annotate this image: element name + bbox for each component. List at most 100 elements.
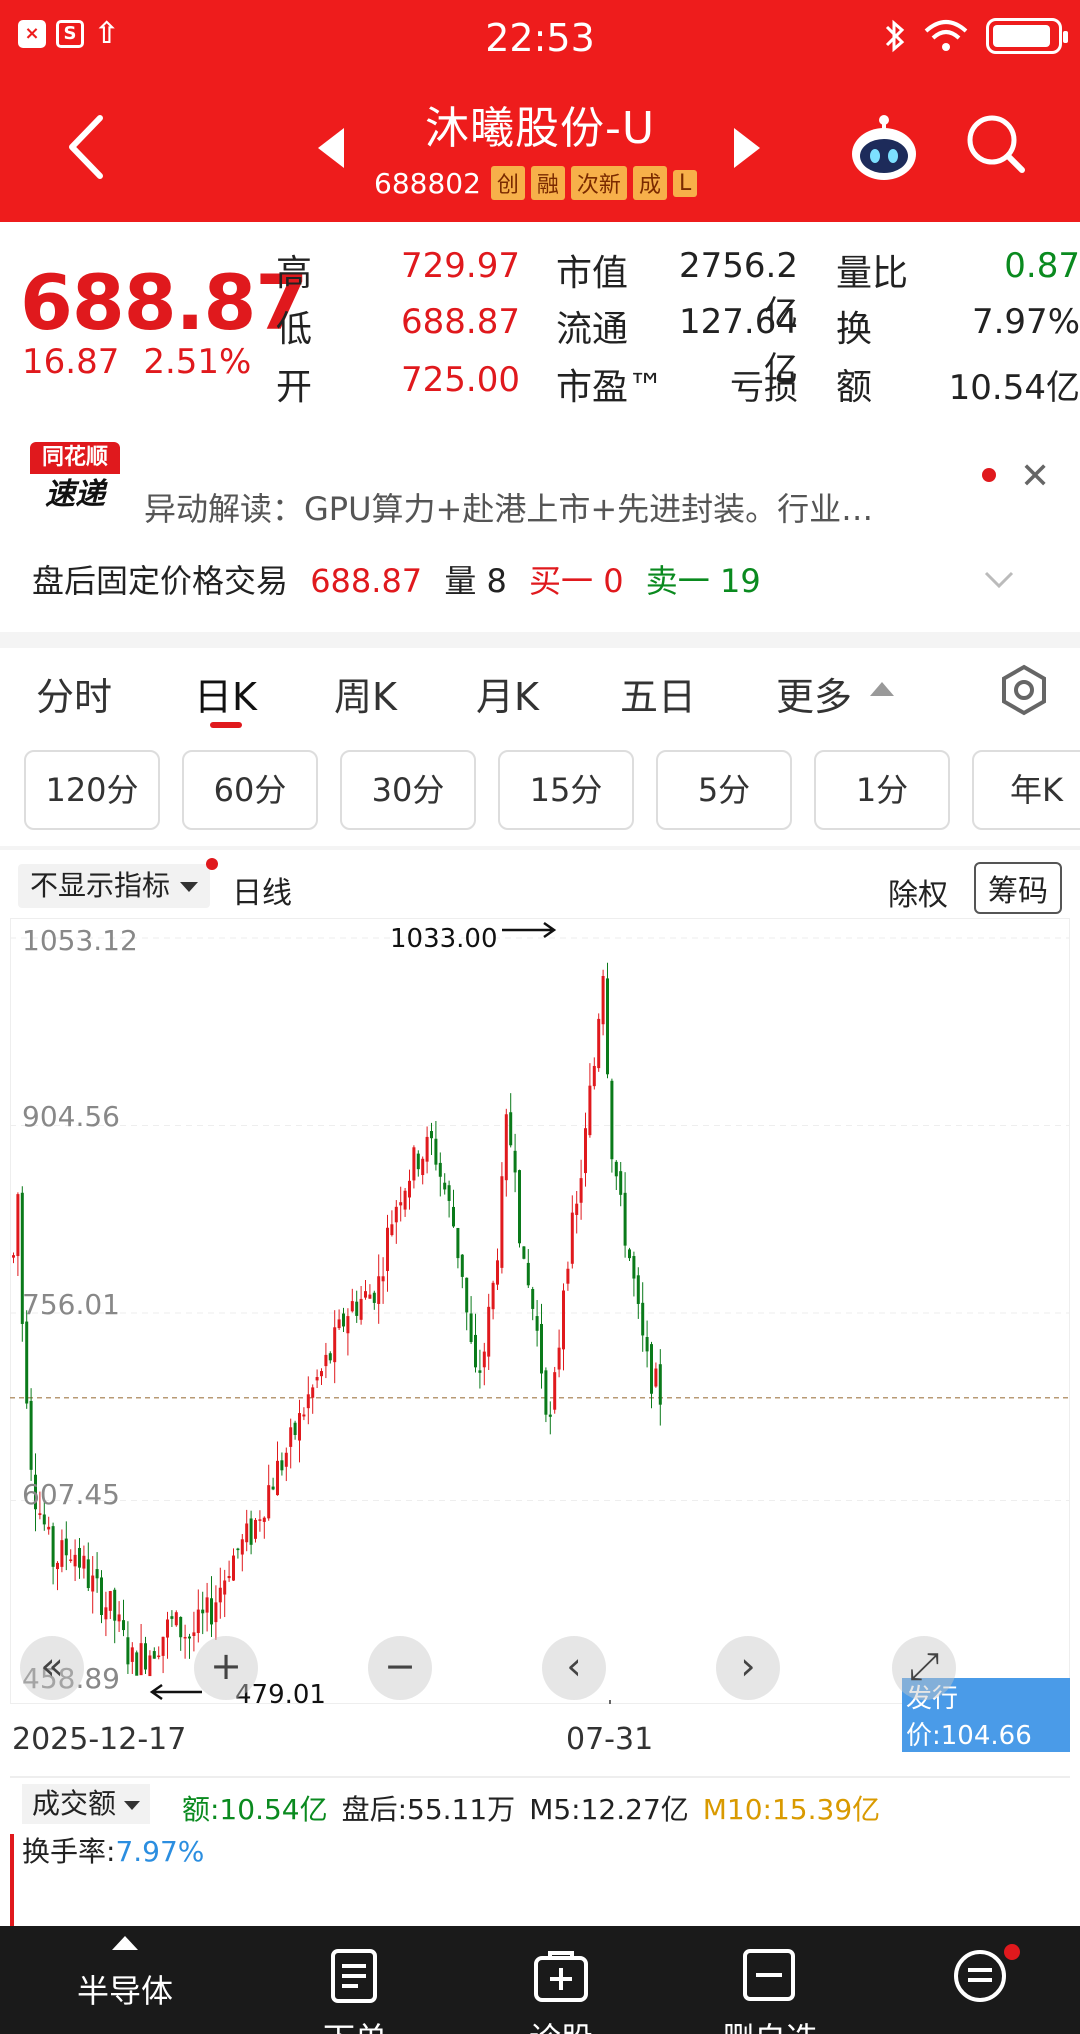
candle-body: [280, 1460, 284, 1471]
period-15min[interactable]: 15分: [498, 750, 634, 830]
chart-frame: [10, 918, 1070, 1704]
document-icon: [331, 1949, 377, 2003]
candle-body: [47, 1526, 51, 1530]
more-arrow-icon[interactable]: [870, 682, 894, 696]
period-5min[interactable]: 5分: [656, 750, 792, 830]
candle-body: [60, 1540, 64, 1567]
tag-chuang: 创: [490, 166, 525, 200]
candle-body: [443, 1182, 447, 1190]
kline-canvas[interactable]: [10, 918, 1070, 1704]
nav-order[interactable]: 下单: [280, 1926, 430, 2034]
candle-body: [258, 1519, 262, 1521]
tab-weekly-k[interactable]: 周K: [334, 666, 397, 721]
next-stock-icon[interactable]: [734, 128, 760, 168]
tag-rong: 融: [530, 166, 565, 200]
chevron-left-icon[interactable]: ‹: [542, 1636, 606, 1700]
chevron-right-icon[interactable]: ›: [716, 1636, 780, 1700]
candle-body: [601, 975, 605, 1025]
chips-button[interactable]: 筹码: [974, 862, 1062, 914]
candle-body: [636, 1275, 640, 1304]
candle-body: [540, 1323, 543, 1374]
after-hours-trade[interactable]: 盘后固定价格交易 688.87 量 8 买一 0 卖一 19: [32, 556, 761, 602]
chevron-down-icon[interactable]: [984, 564, 1014, 594]
tab-intraday[interactable]: 分时: [36, 666, 112, 721]
nav-sector[interactable]: 半导体: [40, 1926, 210, 2034]
tab-five-day[interactable]: 五日: [620, 666, 696, 721]
status-icons-right: [884, 18, 1068, 54]
candle-body: [139, 1643, 143, 1676]
indicator-dropdown[interactable]: 不显示指标: [18, 864, 211, 908]
quote-value-high: 729.97: [401, 246, 520, 286]
change-value: 16.87: [22, 342, 120, 382]
zoom-in-icon[interactable]: +: [194, 1636, 258, 1700]
candle-body: [584, 1128, 587, 1174]
nav-diagnosis[interactable]: 诊股: [486, 1926, 636, 2034]
adjust-toggle[interactable]: 除权: [888, 870, 948, 914]
period-60min[interactable]: 60分: [182, 750, 318, 830]
kline-chart[interactable]: 1053.12 904.56 756.01 607.45 458.89 1033…: [10, 918, 1070, 1752]
header-bar: × S ⇧ 22:53 沐曦股份-U 688802 创 融 次新 成 L: [0, 0, 1080, 222]
news-headline[interactable]: 异动解读：GPU算力+赴港上市+先进封装。行业…: [144, 484, 954, 530]
candle-body: [456, 1227, 460, 1259]
candle-body: [311, 1387, 315, 1398]
robot-assistant-icon[interactable]: [848, 112, 920, 184]
candle-body: [399, 1202, 403, 1206]
candle-body: [632, 1256, 636, 1279]
volume-dropdown[interactable]: 成交额: [22, 1784, 151, 1824]
quote-label-turnover: 换: [836, 309, 873, 350]
stock-code: 688802: [374, 166, 481, 200]
quote-label-open: 开: [276, 367, 313, 408]
candle-body: [276, 1460, 279, 1496]
period-yearly-k[interactable]: 年K: [972, 750, 1080, 830]
candle-body: [16, 1194, 20, 1257]
settings-icon[interactable]: [998, 664, 1050, 716]
active-tab-indicator: [210, 722, 242, 728]
candle-body: [69, 1559, 73, 1561]
candle-body: [236, 1548, 240, 1551]
candle-body: [249, 1518, 253, 1545]
candle-body: [619, 1171, 623, 1195]
candle-body: [452, 1206, 455, 1227]
candle-body: [416, 1153, 420, 1170]
candle-body: [320, 1371, 323, 1377]
candle-body: [56, 1562, 59, 1570]
period-1min[interactable]: 1分: [814, 750, 950, 830]
last-price: 688.87: [20, 258, 308, 347]
quote-value-open: 725.00: [401, 360, 520, 400]
candle-body: [104, 1607, 108, 1620]
candle-body: [100, 1577, 103, 1616]
quote-value-amount: 10.54亿: [948, 368, 1080, 408]
candle-body: [254, 1519, 257, 1539]
zoom-out-icon[interactable]: −: [368, 1636, 432, 1700]
candle-body: [469, 1313, 473, 1343]
period-120min[interactable]: 120分: [24, 750, 160, 830]
candle-body: [623, 1192, 627, 1246]
fullscreen-icon[interactable]: ⤢: [892, 1636, 956, 1700]
candle-body: [386, 1227, 389, 1272]
nav-menu[interactable]: [930, 1926, 1030, 2034]
search-icon[interactable]: [964, 112, 1028, 176]
candle-body: [465, 1277, 469, 1313]
candle-body: [170, 1616, 174, 1619]
tab-daily-k[interactable]: 日K: [194, 666, 257, 721]
rewind-icon[interactable]: «: [20, 1636, 84, 1700]
period-30min[interactable]: 30分: [340, 750, 476, 830]
y-tick-label: 904.56: [22, 1100, 120, 1133]
candle-body: [350, 1301, 354, 1312]
nav-remove-watchlist[interactable]: 删自选: [690, 1926, 850, 2034]
tab-monthly-k[interactable]: 月K: [476, 666, 539, 721]
y-tick-label: 1053.12: [22, 924, 138, 957]
candle-body: [513, 1150, 517, 1173]
change-percent: 2.51%: [143, 342, 252, 382]
tab-more[interactable]: 更多: [776, 666, 852, 721]
candle-body: [575, 1203, 579, 1215]
candle-body: [271, 1486, 275, 1490]
news-ticker[interactable]: 同花顺 速递 异动解读：GPU算力+赴港上市+先进封装。行业…: [0, 432, 1080, 528]
high-price-marker: 1033.00: [390, 924, 498, 954]
candle-body: [447, 1185, 451, 1201]
candle-body: [328, 1353, 332, 1361]
close-icon[interactable]: ✕: [1020, 456, 1050, 497]
x-tick-label: 07-31: [566, 1722, 654, 1757]
candle-body: [135, 1652, 139, 1676]
candle-body: [267, 1485, 271, 1519]
